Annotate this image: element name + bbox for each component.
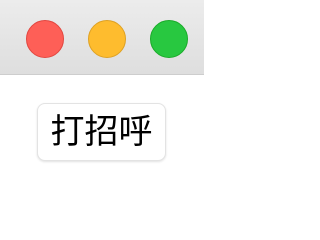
close-button[interactable] — [26, 20, 64, 58]
window-content: 打招呼 — [0, 75, 204, 204]
greet-button[interactable]: 打招呼 — [37, 103, 166, 161]
app-window: 打招呼 — [0, 0, 204, 204]
title-bar — [0, 0, 204, 75]
minimize-button[interactable] — [88, 20, 126, 58]
greet-button-label: 打招呼 — [50, 112, 153, 152]
zoom-button[interactable] — [150, 20, 188, 58]
